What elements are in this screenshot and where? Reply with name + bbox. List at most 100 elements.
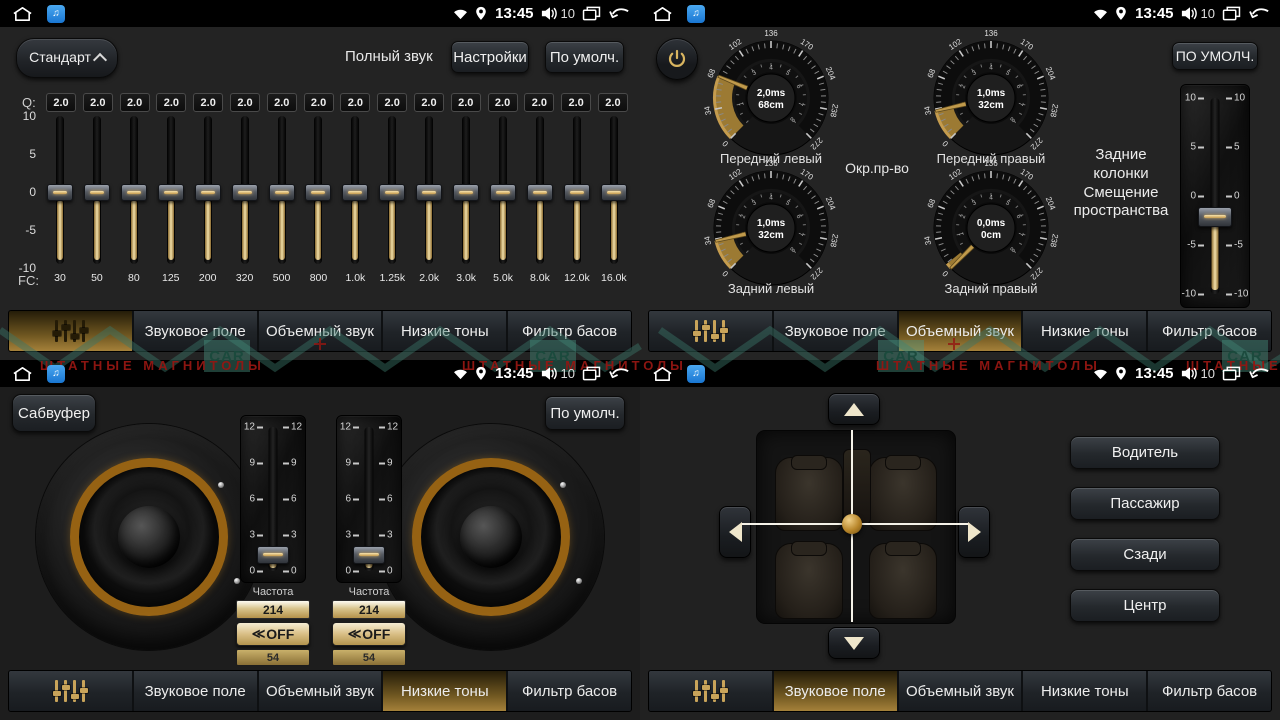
home-icon[interactable] xyxy=(652,366,673,382)
tab-equalizer[interactable] xyxy=(9,671,132,711)
q-value-box[interactable]: 2.0 xyxy=(46,93,76,112)
tab-sound-field[interactable]: Звуковое поле xyxy=(134,311,257,351)
slider-handle[interactable] xyxy=(84,184,110,201)
listening-position-marker[interactable] xyxy=(842,514,862,534)
tab-surround[interactable]: Объемный звук xyxy=(259,311,382,351)
eq-band-slider[interactable] xyxy=(341,116,369,268)
eq-band-slider[interactable] xyxy=(157,116,185,268)
eq-band-slider[interactable] xyxy=(600,116,628,268)
tab-bass-filter[interactable]: Фильтр басов xyxy=(1148,311,1271,351)
back-icon[interactable] xyxy=(608,367,630,380)
back-icon[interactable] xyxy=(1248,367,1270,380)
tab-surround[interactable]: Объемный звук xyxy=(899,311,1022,351)
q-value-box[interactable]: 2.0 xyxy=(377,93,407,112)
arrow-left-button[interactable] xyxy=(719,506,751,558)
gauge-rear-left[interactable]: 03468102136170204238272123456781,0ms32cm… xyxy=(696,160,846,296)
q-value-box[interactable]: 2.0 xyxy=(524,93,554,112)
eq-band-slider[interactable] xyxy=(120,116,148,268)
preset-dropdown[interactable]: Стандарт xyxy=(16,38,118,78)
tab-equalizer[interactable] xyxy=(9,311,132,351)
position-rear-button[interactable]: Сзади xyxy=(1070,538,1220,571)
position-passenger-button[interactable]: Пассажир xyxy=(1070,487,1220,520)
gauge-front-left[interactable]: 03468102136170204238272123456782,0ms68cm… xyxy=(696,30,846,166)
default-button[interactable]: По умолч. xyxy=(545,396,625,430)
tab-bass[interactable]: Низкие тоны xyxy=(383,671,506,711)
q-value-box[interactable]: 2.0 xyxy=(83,93,113,112)
slider-handle[interactable] xyxy=(379,184,405,201)
slider-handle[interactable] xyxy=(195,184,221,201)
eq-band-slider[interactable] xyxy=(46,116,74,268)
power-button[interactable] xyxy=(656,38,698,80)
slider-handle[interactable] xyxy=(158,184,184,201)
slider-handle[interactable] xyxy=(232,184,258,201)
home-icon[interactable] xyxy=(652,6,673,22)
sub-level-slider-1[interactable]: 129630129630 xyxy=(240,415,306,583)
tab-bass-filter[interactable]: Фильтр басов xyxy=(508,671,631,711)
slider-handle[interactable] xyxy=(305,184,331,201)
lower-frequency-value[interactable]: 54 xyxy=(236,649,310,666)
frequency-value[interactable]: 214 xyxy=(332,600,406,619)
q-value-box[interactable]: 2.0 xyxy=(304,93,334,112)
slider-handle[interactable] xyxy=(269,184,295,201)
tab-sound-field[interactable]: Звуковое поле xyxy=(774,311,897,351)
arrow-up-button[interactable] xyxy=(828,393,880,425)
slider-handle[interactable] xyxy=(527,184,553,201)
tab-bass-filter[interactable]: Фильтр басов xyxy=(1148,671,1271,711)
tab-surround[interactable]: Объемный звук xyxy=(259,671,382,711)
tab-bass[interactable]: Низкие тоны xyxy=(383,311,506,351)
q-value-box[interactable]: 2.0 xyxy=(120,93,150,112)
gauge-rear-right[interactable]: 03468102136170204238272123456780,0ms0cmЗ… xyxy=(916,160,1066,296)
eq-band-slider[interactable] xyxy=(378,116,406,268)
recent-apps-icon[interactable] xyxy=(1222,6,1241,21)
lpf-off-button[interactable]: ≪ OFF xyxy=(332,622,406,646)
eq-band-slider[interactable] xyxy=(194,116,222,268)
eq-band-slider[interactable] xyxy=(526,116,554,268)
slider-handle[interactable] xyxy=(342,184,368,201)
default-button[interactable]: По умолч. xyxy=(545,41,624,73)
recent-apps-icon[interactable] xyxy=(582,6,601,21)
eq-band-slider[interactable] xyxy=(489,116,517,268)
slider-handle[interactable] xyxy=(490,184,516,201)
q-value-box[interactable]: 2.0 xyxy=(561,93,591,112)
gauge-front-right[interactable]: 03468102136170204238272123456781,0ms32cm… xyxy=(916,30,1066,166)
tab-bass[interactable]: Низкие тоны xyxy=(1023,671,1146,711)
settings-button[interactable]: Настройки xyxy=(451,41,529,73)
recent-apps-icon[interactable] xyxy=(582,366,601,381)
position-center-button[interactable]: Центр xyxy=(1070,589,1220,622)
slider-handle[interactable] xyxy=(47,184,73,201)
q-value-box[interactable]: 2.0 xyxy=(230,93,260,112)
tab-surround[interactable]: Объемный звук xyxy=(899,671,1022,711)
recent-apps-icon[interactable] xyxy=(1222,366,1241,381)
home-icon[interactable] xyxy=(12,366,33,382)
bluetooth-app-icon[interactable]: ♫ xyxy=(687,5,705,23)
slider-handle[interactable] xyxy=(564,184,590,201)
q-value-box[interactable]: 2.0 xyxy=(193,93,223,112)
slider-handle[interactable] xyxy=(601,184,627,201)
q-value-box[interactable]: 2.0 xyxy=(267,93,297,112)
tab-sound-field[interactable]: Звуковое поле xyxy=(134,671,257,711)
eq-band-slider[interactable] xyxy=(83,116,111,268)
q-value-box[interactable]: 2.0 xyxy=(156,93,186,112)
q-value-box[interactable]: 2.0 xyxy=(451,93,481,112)
subwoofer-title-button[interactable]: Сабвуфер xyxy=(12,394,96,432)
tab-bass-filter[interactable]: Фильтр басов xyxy=(508,311,631,351)
q-value-box[interactable]: 2.0 xyxy=(414,93,444,112)
slider-handle[interactable] xyxy=(121,184,147,201)
lpf-off-button[interactable]: ≪ OFF xyxy=(236,622,310,646)
lower-frequency-value[interactable]: 54 xyxy=(332,649,406,666)
position-driver-button[interactable]: Водитель xyxy=(1070,436,1220,469)
sub-level-slider-2[interactable]: 129630129630 xyxy=(336,415,402,583)
arrow-right-button[interactable] xyxy=(958,506,990,558)
bluetooth-app-icon[interactable]: ♫ xyxy=(687,365,705,383)
eq-band-slider[interactable] xyxy=(304,116,332,268)
eq-band-slider[interactable] xyxy=(415,116,443,268)
slider-handle[interactable] xyxy=(416,184,442,201)
bluetooth-app-icon[interactable]: ♫ xyxy=(47,365,65,383)
eq-band-slider[interactable] xyxy=(231,116,259,268)
default-button[interactable]: ПО УМОЛЧ. xyxy=(1172,42,1258,70)
eq-band-slider[interactable] xyxy=(563,116,591,268)
q-value-box[interactable]: 2.0 xyxy=(598,93,628,112)
slider-handle[interactable] xyxy=(453,184,479,201)
rear-offset-slider[interactable]: 1050-5-101050-5-10 xyxy=(1180,84,1250,308)
q-value-box[interactable]: 2.0 xyxy=(340,93,370,112)
